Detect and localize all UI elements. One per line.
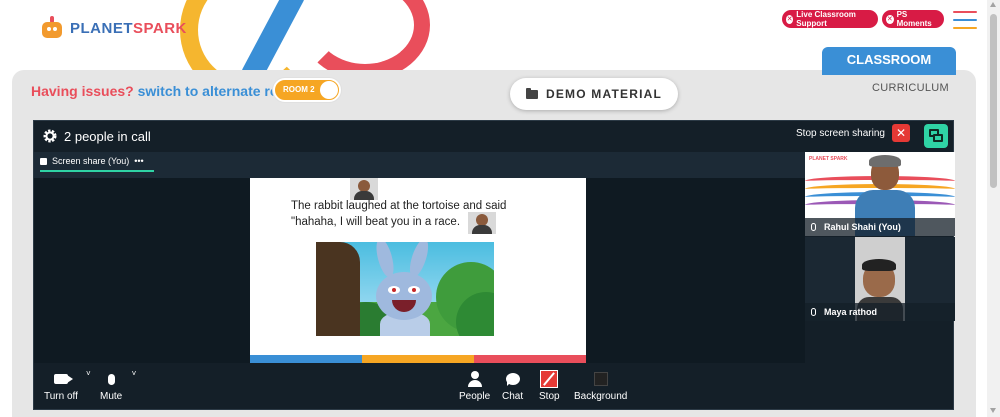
ps-moments-label: PS Moments: [896, 10, 932, 28]
stop-sharing-close-button[interactable]: ✕: [892, 124, 910, 142]
shared-screen-stage: The rabbit laughed at the tortoise and s…: [34, 178, 805, 363]
participant-name-bar: Maya rathod: [805, 303, 955, 321]
background-label: Background: [574, 391, 628, 402]
scrollbar-thumb[interactable]: [990, 14, 997, 188]
issue-prefix: Having issues?: [31, 83, 134, 99]
turn-off-label: Turn off: [44, 391, 78, 402]
slide-text: The rabbit laughed at the tortoise and s…: [291, 198, 551, 230]
tab-curriculum[interactable]: CURRICULUM: [872, 82, 949, 94]
robot-logo-icon: [40, 16, 64, 40]
stop-share-icon: [540, 370, 559, 388]
camera-icon: [53, 374, 73, 384]
ps-moments-button[interactable]: ✕ PS Moments: [882, 10, 944, 28]
video-call-window: 2 people in call Stop screen sharing ✕ S…: [33, 120, 955, 410]
story-slide: The rabbit laughed at the tortoise and s…: [250, 178, 586, 363]
toggle-knob: [320, 81, 338, 99]
slide-text-line-1: The rabbit laughed at the tortoise and s…: [291, 200, 507, 212]
slide-bar-red: [474, 355, 586, 363]
chat-label: Chat: [502, 391, 524, 402]
room-toggle[interactable]: ROOM 2: [273, 78, 341, 102]
tile-logo: PLANET SPARK: [809, 156, 848, 162]
live-classroom-support-button[interactable]: ✕ Live Classroom Support: [782, 10, 878, 28]
demo-material-button[interactable]: DEMO MATERIAL: [510, 78, 678, 110]
screen-share-tab-bar: Screen share (You) •••: [34, 152, 805, 178]
chevron-down-icon[interactable]: ˅: [132, 369, 137, 378]
participant-tile-maya[interactable]: Maya rathod: [805, 237, 955, 321]
logo-text: PLANETSPARK: [70, 19, 187, 37]
chevron-down-icon[interactable]: ˅: [86, 369, 91, 378]
screen-share-tab-label: Screen share (You): [52, 156, 130, 166]
participant-name-bar: Rahul Shahi (You): [805, 218, 955, 236]
page-scrollbar[interactable]: [987, 0, 1000, 417]
close-circle-icon: ✕: [786, 14, 794, 24]
background-button[interactable]: Background: [574, 371, 627, 402]
scroll-up-arrow-icon[interactable]: [990, 2, 996, 7]
chat-icon: [505, 373, 520, 386]
participant-name: Rahul Shahi (You): [824, 222, 901, 232]
mute-label: Mute: [100, 391, 123, 402]
tab-classroom[interactable]: CLASSROOM: [822, 47, 956, 75]
slide-bar-blue: [250, 355, 362, 363]
room-toggle-label: ROOM 2: [283, 85, 315, 94]
more-options-icon[interactable]: •••: [134, 156, 143, 166]
planetspark-logo[interactable]: PLANETSPARK: [40, 16, 187, 40]
gear-icon[interactable]: [42, 128, 58, 144]
issue-banner: Having issues? switch to alternate room: [31, 83, 299, 99]
scroll-down-arrow-icon[interactable]: [990, 408, 996, 413]
people-in-call-count: 2 people in call: [64, 129, 151, 144]
people-button[interactable]: People: [459, 371, 490, 402]
slide-text-line-2: "hahaha, I will beat you in a race.: [291, 216, 461, 228]
microphone-icon: [107, 373, 115, 385]
live-classroom-support-label: Live Classroom Support: [796, 10, 856, 28]
folder-icon: [525, 87, 538, 99]
close-circle-icon: ✕: [886, 14, 894, 24]
chat-button[interactable]: Chat: [502, 371, 523, 402]
layout-toggle-icon[interactable]: [924, 124, 948, 148]
microphone-icon: [811, 308, 816, 316]
stop-share-button[interactable]: Stop: [539, 370, 560, 402]
stop-label: Stop: [539, 391, 560, 402]
participant-name: Maya rathod: [824, 307, 878, 317]
decorative-arc-red: [300, 0, 430, 80]
participant-tile-rahul[interactable]: PLANET SPARK Rahul Shahi (You): [805, 152, 955, 236]
participant-avatar-overlay: [468, 212, 496, 234]
screen-share-icon: [40, 157, 47, 165]
participant-avatar-overlay: [350, 178, 378, 200]
people-icon: [467, 371, 482, 387]
rabbit-illustration: [316, 242, 494, 336]
hamburger-menu-icon[interactable]: [953, 11, 977, 35]
mute-button[interactable]: ˅ Mute: [100, 369, 136, 402]
screen-share-tab[interactable]: Screen share (You) •••: [40, 156, 154, 172]
turn-off-camera-button[interactable]: ˅ Turn off: [44, 369, 91, 402]
slide-bar-orange: [362, 355, 474, 363]
call-header: 2 people in call Stop screen sharing ✕: [34, 121, 953, 151]
call-toolbar: ˅ Turn off ˅ Mute People Chat Stop Backg…: [34, 363, 953, 409]
demo-material-label: DEMO MATERIAL: [545, 87, 663, 101]
participant-hair: [869, 155, 901, 167]
participant-hair: [862, 259, 896, 271]
stop-screen-sharing-label: Stop screen sharing: [796, 128, 885, 139]
microphone-icon: [811, 223, 816, 231]
people-label: People: [459, 391, 491, 402]
background-icon: [593, 372, 608, 386]
